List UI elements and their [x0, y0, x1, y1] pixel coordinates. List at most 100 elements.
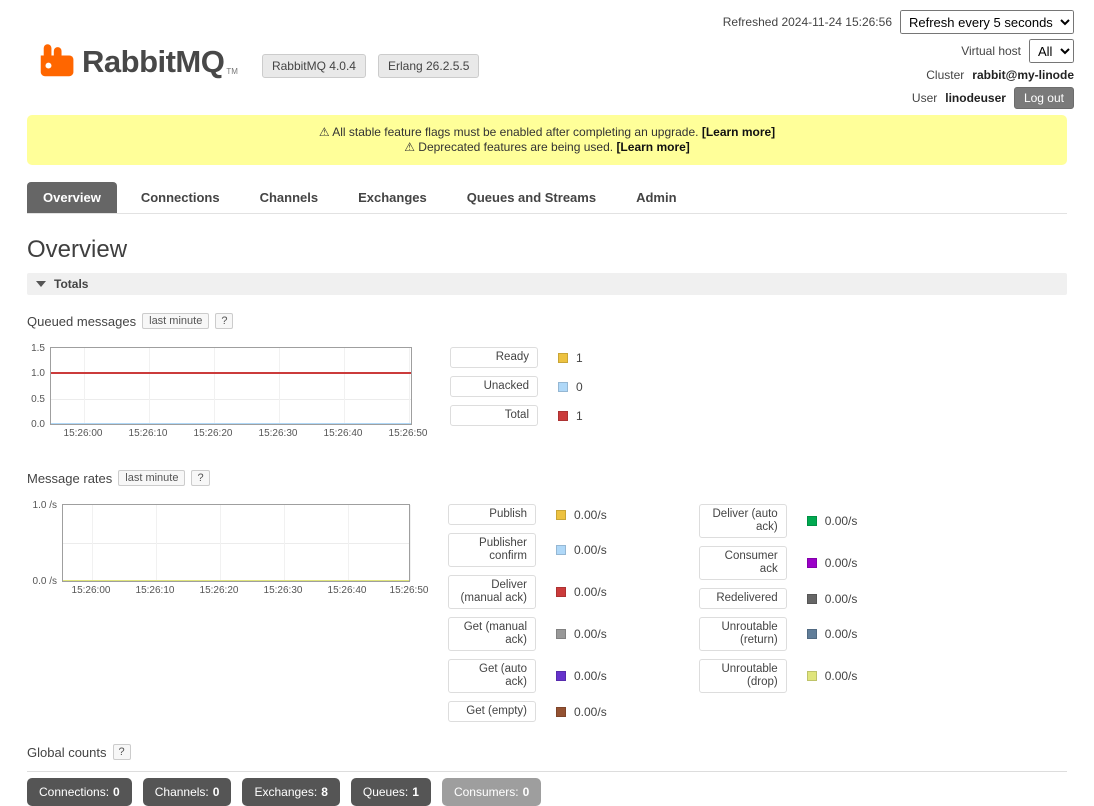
cluster-row: Cluster rabbit@my-linode — [926, 68, 1074, 82]
queued-chart-x-axis: 15:26:00 15:26:10 15:26:20 15:26:30 15:2… — [50, 428, 412, 442]
virtual-host-label: Virtual host — [961, 44, 1021, 58]
gridline — [214, 348, 215, 424]
refresh-interval-select[interactable]: Refresh every 5 seconds — [900, 10, 1074, 34]
message-rates-help-icon[interactable]: ? — [191, 470, 209, 486]
virtual-host-select[interactable]: All — [1029, 39, 1074, 63]
rabbitmq-version-badge: RabbitMQ 4.0.4 — [262, 54, 366, 78]
totals-section-toggle[interactable]: Totals — [27, 273, 1067, 295]
pill-label: Exchanges: — [254, 785, 317, 799]
pill-label: Channels: — [155, 785, 209, 799]
user-name: linodeuser — [945, 91, 1006, 105]
cluster-label: Cluster — [926, 68, 964, 82]
refreshed-timestamp: Refreshed 2024-11-24 15:26:56 — [723, 15, 892, 29]
queues-count-pill[interactable]: Queues:1 — [351, 778, 431, 806]
ready-color-swatch — [558, 353, 568, 363]
logout-button[interactable]: Log out — [1014, 87, 1074, 109]
legend-label: Get (empty) — [448, 701, 536, 722]
total-color-swatch — [558, 411, 568, 421]
queued-messages-heading-row: Queued messages last minute ? — [27, 313, 1067, 329]
tab-connections[interactable]: Connections — [125, 182, 236, 213]
legend-value: 0.00/s — [574, 627, 607, 641]
pill-value: 8 — [321, 785, 328, 799]
rabbitmq-rabbit-icon — [36, 43, 74, 81]
legend-row-get-empty: Get (empty) 0.00/s — [448, 701, 607, 722]
pill-value: 0 — [213, 785, 220, 799]
legend-row-consumer-ack: Consumer ack 0.00/s — [699, 546, 858, 580]
rabbitmq-logo[interactable]: RabbitMQ TM — [36, 43, 238, 81]
legend-label: Get (manual ack) — [448, 617, 536, 651]
x-tick: 15:26:40 — [328, 585, 367, 596]
x-tick: 15:26:40 — [324, 428, 363, 439]
legend-value: 0.00/s — [825, 592, 858, 606]
legend-row-get-manual-ack: Get (manual ack) 0.00/s — [448, 617, 607, 651]
y-tick: 1.0 /s — [33, 500, 57, 511]
unacked-series-line — [51, 423, 411, 424]
logo-trademark: TM — [226, 67, 238, 76]
logo-area: RabbitMQ TM RabbitMQ 4.0.4 Erlang 26.2.5… — [36, 8, 479, 109]
get-manual-ack-color-swatch — [556, 629, 566, 639]
y-tick: 0.0 — [31, 419, 45, 430]
x-tick: 15:26:30 — [259, 428, 298, 439]
unroutable-return-color-swatch — [807, 629, 817, 639]
message-rates-chart: 1.0 /s 0.0 /s 15:26:00 — [27, 504, 410, 599]
x-tick: 15:26:50 — [390, 585, 429, 596]
legend-label: Redelivered — [699, 588, 787, 609]
legend-value: 0.00/s — [574, 705, 607, 719]
y-tick: 1.5 — [31, 343, 45, 354]
gridline — [149, 348, 150, 424]
global-counts-heading-row: Global counts ? — [27, 744, 1067, 760]
x-tick: 15:26:30 — [264, 585, 303, 596]
feature-flags-learn-more-link[interactable]: [Learn more] — [702, 125, 775, 139]
legend-label: Unacked — [450, 376, 538, 397]
feature-flags-warning-text: ⚠ All stable feature flags must be enabl… — [319, 125, 699, 139]
deliver-auto-ack-color-swatch — [807, 516, 817, 526]
legend-row-ready: Ready 1 — [450, 347, 583, 368]
tab-exchanges[interactable]: Exchanges — [342, 182, 443, 213]
legend-label: Get (auto ack) — [448, 659, 536, 693]
legend-row-total: Total 1 — [450, 405, 583, 426]
message-rates-range-badge[interactable]: last minute — [118, 470, 185, 486]
unroutable-drop-color-swatch — [807, 671, 817, 681]
y-tick: 0.5 — [31, 394, 45, 405]
legend-row-get-auto-ack: Get (auto ack) 0.00/s — [448, 659, 607, 693]
legend-value: 0.00/s — [574, 508, 607, 522]
global-counts-help-icon[interactable]: ? — [113, 744, 131, 760]
tab-admin[interactable]: Admin — [620, 182, 692, 213]
legend-row-redelivered: Redelivered 0.00/s — [699, 588, 858, 609]
gridline — [63, 543, 409, 544]
tab-queues-and-streams[interactable]: Queues and Streams — [451, 182, 612, 213]
legend-row-unacked: Unacked 0 — [450, 376, 583, 397]
queued-total-line — [51, 372, 411, 374]
legend-value: 1 — [576, 351, 583, 365]
message-rates-legend-right: Deliver (auto ack) 0.00/s Consumer ack 0… — [699, 504, 858, 701]
channels-count-pill[interactable]: Channels: 0 — [143, 778, 232, 806]
x-tick: 15:26:00 — [72, 585, 111, 596]
consumers-count-pill[interactable]: Consumers:0 — [442, 778, 541, 806]
refresh-row: Refreshed 2024-11-24 15:26:56 Refresh ev… — [723, 10, 1074, 34]
queued-messages-legend: Ready 1 Unacked 0 Total 1 — [450, 347, 583, 434]
legend-value: 0.00/s — [574, 585, 607, 599]
legend-value: 0.00/s — [825, 669, 858, 683]
connections-count-pill[interactable]: Connections:0 — [27, 778, 132, 806]
tab-channels[interactable]: Channels — [244, 182, 335, 213]
tab-overview[interactable]: Overview — [27, 182, 117, 213]
gridline — [348, 505, 349, 581]
virtual-host-row: Virtual host All — [961, 39, 1074, 63]
legend-label: Unroutable (return) — [699, 617, 787, 651]
main-tabs: Overview Connections Channels Exchanges … — [27, 182, 1067, 214]
message-rates-heading-row: Message rates last minute ? — [27, 470, 1067, 486]
user-label: User — [912, 91, 937, 105]
queued-messages-range-badge[interactable]: last minute — [142, 313, 209, 329]
exchanges-count-pill[interactable]: Exchanges: 8 — [242, 778, 339, 806]
gridline — [220, 505, 221, 581]
legend-value: 0.00/s — [825, 514, 858, 528]
page-title: Overview — [27, 236, 1067, 264]
x-tick: 15:26:50 — [389, 428, 428, 439]
message-rates-legend-left: Publish 0.00/s Publisher confirm 0.00/s … — [448, 504, 607, 730]
legend-row-unroutable-return: Unroutable (return) 0.00/s — [699, 617, 858, 651]
deprecated-learn-more-link[interactable]: [Learn more] — [616, 140, 689, 154]
x-tick: 15:26:10 — [129, 428, 168, 439]
queued-messages-help-icon[interactable]: ? — [215, 313, 233, 329]
header-status-area: Refreshed 2024-11-24 15:26:56 Refresh ev… — [723, 8, 1074, 109]
y-tick: 0.0 /s — [33, 576, 57, 587]
